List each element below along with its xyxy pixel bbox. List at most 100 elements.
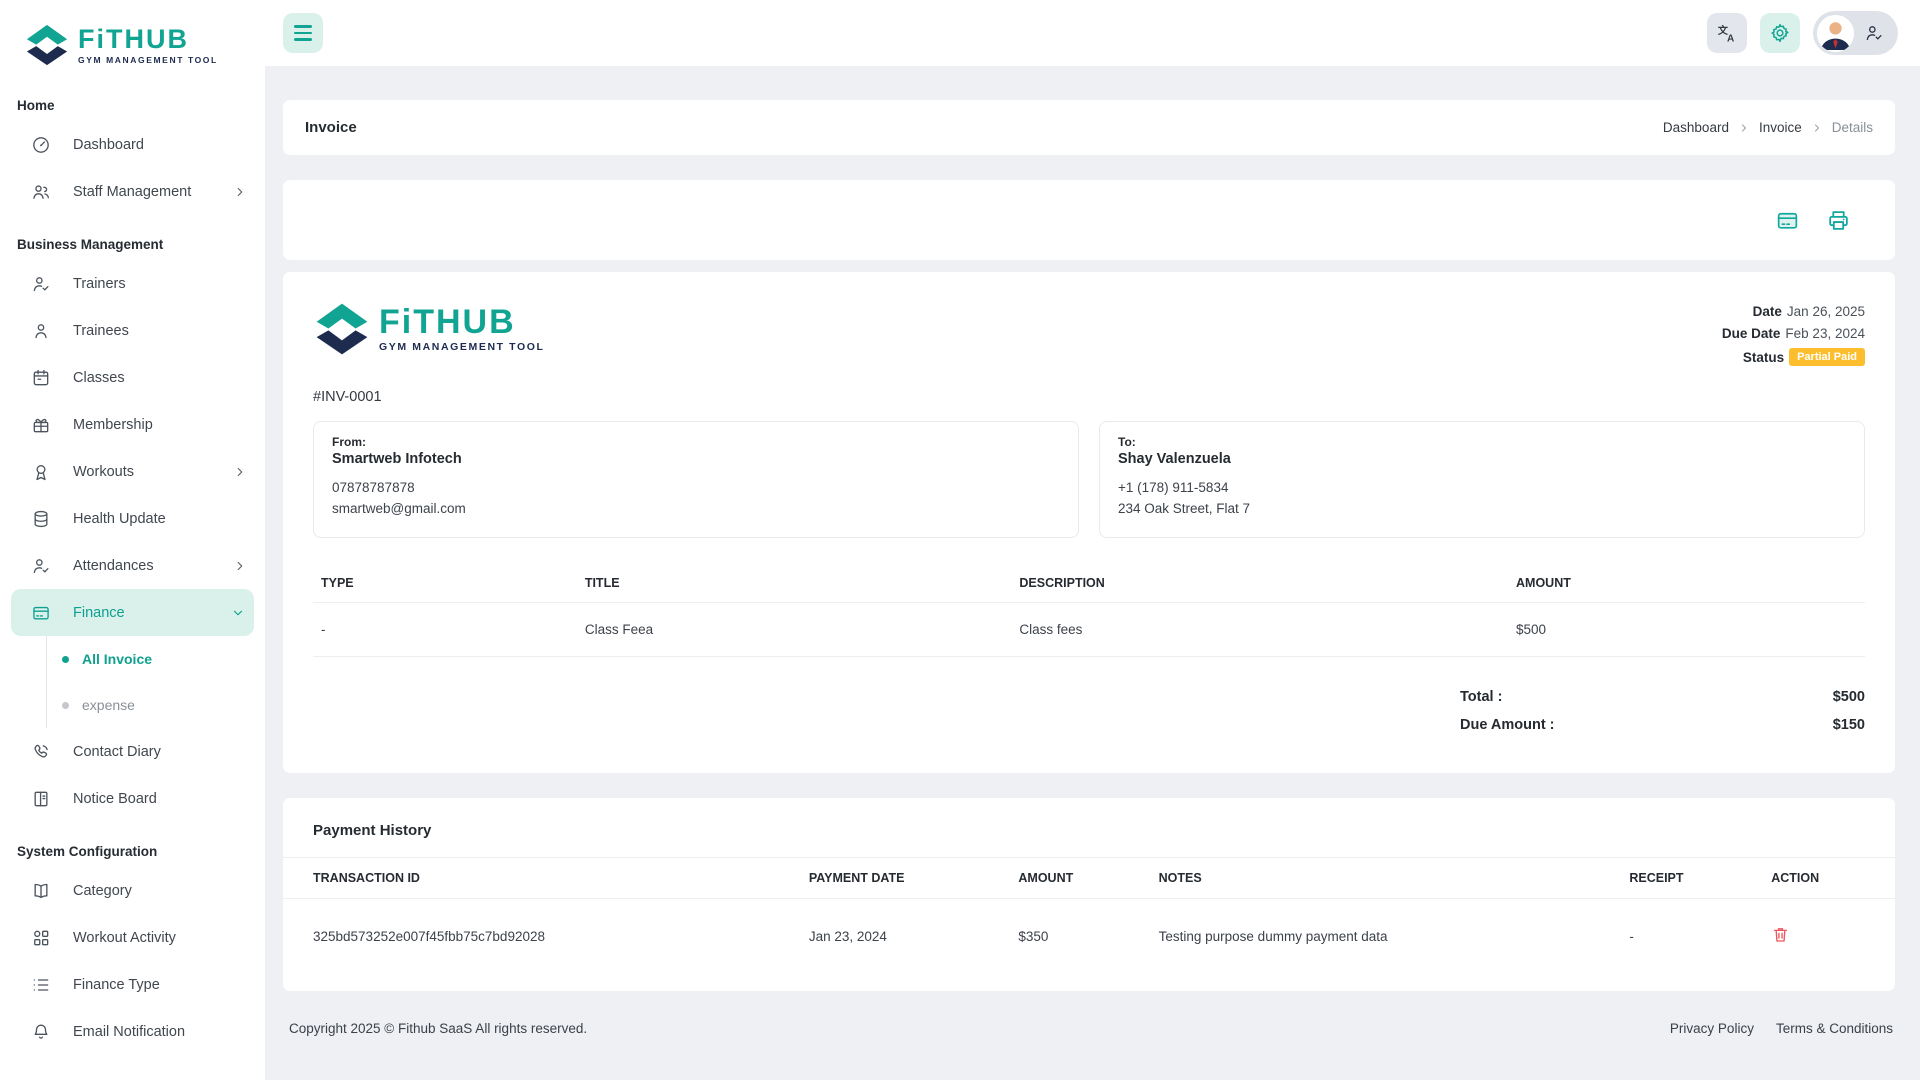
sidebar-item-workouts[interactable]: Workouts xyxy=(0,448,265,495)
breadcrumb-invoice[interactable]: Invoice xyxy=(1759,120,1802,135)
gear-icon xyxy=(1769,22,1791,44)
clipboard-icon xyxy=(31,789,51,809)
sidebar-item-label: Attendances xyxy=(73,558,154,574)
from-phone: 07878787878 xyxy=(332,477,1060,498)
copyright-text: Copyright 2025 © Fithub SaaS All rights … xyxy=(289,1021,587,1036)
payment-notes: Testing purpose dummy payment data xyxy=(1149,899,1620,958)
sidebar-item-label: Dashboard xyxy=(73,137,144,153)
award-icon xyxy=(31,462,51,482)
sidebar-item-label: Category xyxy=(73,883,132,899)
translate-icon: 文 A xyxy=(1716,22,1738,44)
person-check-icon xyxy=(31,274,51,294)
bell-icon xyxy=(31,1022,51,1042)
sidebar-subitem-expense[interactable]: expense xyxy=(47,682,265,728)
sidebar-item-attendances[interactable]: Attendances xyxy=(0,542,265,589)
sidebar-item-label: Health Update xyxy=(73,511,166,527)
invoice-items-table: TYPE TITLE DESCRIPTION AMOUNT - Class Fe… xyxy=(313,564,1865,657)
col-type: TYPE xyxy=(313,564,577,603)
sidebar-item-membership[interactable]: Membership xyxy=(0,401,265,448)
invoice-date: Jan 26, 2025 xyxy=(1787,304,1865,319)
brand-logo[interactable]: FiTHUB GYM MANAGEMENT TOOL xyxy=(0,10,265,76)
table-row: 325bd573252e007f45fbb75c7bd92028 Jan 23,… xyxy=(283,899,1895,958)
language-button[interactable]: 文 A xyxy=(1707,13,1747,53)
page-title: Invoice xyxy=(305,119,357,136)
sidebar-item-finance-type[interactable]: Finance Type xyxy=(0,961,265,1008)
sidebar-item-label: Workout Activity xyxy=(73,930,176,946)
menu-toggle-button[interactable] xyxy=(283,13,323,53)
from-label: From: xyxy=(332,435,1060,449)
privacy-policy-link[interactable]: Privacy Policy xyxy=(1670,1021,1754,1036)
delete-payment-button[interactable] xyxy=(1771,925,1790,944)
section-label-business: Business Management xyxy=(0,215,265,260)
content-area: Invoice Dashboard Invoice Details xyxy=(265,66,1920,1080)
col-notes: NOTES xyxy=(1149,858,1620,899)
from-name: Smartweb Infotech xyxy=(332,451,1060,467)
sidebar-subitem-label: expense xyxy=(82,697,135,713)
chevron-right-icon xyxy=(1811,122,1823,134)
sidebar-item-trainers[interactable]: Trainers xyxy=(0,260,265,307)
brand-tagline: GYM MANAGEMENT TOOL xyxy=(78,56,218,65)
svg-text:A: A xyxy=(1727,33,1735,44)
print-button[interactable] xyxy=(1826,208,1851,233)
payment-receipt: - xyxy=(1619,899,1761,958)
payment-history-table: TRANSACTION ID PAYMENT DATE AMOUNT NOTES… xyxy=(283,857,1895,957)
chevron-right-icon xyxy=(233,559,247,573)
sidebar-item-category[interactable]: Category xyxy=(0,867,265,914)
status-label: Status xyxy=(1743,350,1784,365)
to-phone: +1 (178) 911-5834 xyxy=(1118,477,1846,498)
sidebar-item-health-update[interactable]: Health Update xyxy=(0,495,265,542)
invoice-totals: Total : $500 Due Amount : $150 xyxy=(1460,683,1865,739)
settings-button[interactable] xyxy=(1760,13,1800,53)
user-menu-button[interactable] xyxy=(1813,11,1898,55)
brand-tagline: GYM MANAGEMENT TOOL xyxy=(379,342,545,353)
status-badge: Partial Paid xyxy=(1789,348,1865,366)
payment-history-card: Payment History TRANSACTION ID PAYMENT D… xyxy=(283,798,1895,991)
terms-conditions-link[interactable]: Terms & Conditions xyxy=(1776,1021,1893,1036)
sidebar-item-email-notification[interactable]: Email Notification xyxy=(0,1008,265,1055)
printer-icon xyxy=(1826,208,1851,233)
avatar xyxy=(1817,15,1854,52)
sidebar-item-workout-activity[interactable]: Workout Activity xyxy=(0,914,265,961)
sidebar-item-contact-diary[interactable]: Contact Diary xyxy=(0,728,265,775)
page-header-card: Invoice Dashboard Invoice Details xyxy=(283,100,1895,155)
payment-button[interactable] xyxy=(1775,208,1800,233)
sidebar-item-label: Trainees xyxy=(73,323,129,339)
sidebar-subitem-label: All Invoice xyxy=(82,651,152,667)
trash-icon xyxy=(1771,925,1790,944)
invoice-to-box: To: Shay Valenzuela +1 (178) 911-5834 23… xyxy=(1099,421,1865,538)
sidebar-item-classes[interactable]: Classes xyxy=(0,354,265,401)
sidebar-item-trainees[interactable]: Trainees xyxy=(0,307,265,354)
payment-amount: $350 xyxy=(1008,899,1148,958)
sidebar-item-finance[interactable]: Finance xyxy=(11,589,254,636)
calendar-icon xyxy=(31,368,51,388)
section-label-home: Home xyxy=(0,76,265,121)
sidebar-item-notice-board[interactable]: Notice Board xyxy=(0,775,265,822)
invoice-detail-card: FiTHUB GYM MANAGEMENT TOOL Date Jan 26, … xyxy=(283,272,1895,773)
sidebar-item-label: Workouts xyxy=(73,464,134,480)
sidebar-item-label: Finance xyxy=(73,605,125,621)
col-action: ACTION xyxy=(1761,858,1895,899)
app-root: FiTHUB GYM MANAGEMENT TOOL Home Dashboar… xyxy=(0,0,1920,1080)
sidebar-subitem-all-invoice[interactable]: All Invoice xyxy=(47,636,265,682)
breadcrumb-dashboard[interactable]: Dashboard xyxy=(1663,120,1729,135)
section-label-system: System Configuration xyxy=(0,822,265,867)
payment-transaction-id: 325bd573252e007f45fbb75c7bd92028 xyxy=(283,899,799,958)
chevron-right-icon xyxy=(1738,122,1750,134)
sidebar-item-label: Notice Board xyxy=(73,791,157,807)
payment-history-title: Payment History xyxy=(283,798,1895,857)
col-payment-date: PAYMENT DATE xyxy=(799,858,1009,899)
chevron-right-icon xyxy=(233,185,247,199)
sidebar-item-dashboard[interactable]: Dashboard xyxy=(0,121,265,168)
sidebar-item-staff-management[interactable]: Staff Management xyxy=(0,168,265,215)
invoice-brand-logo: FiTHUB GYM MANAGEMENT TOOL xyxy=(313,300,545,358)
fithub-logo-icon xyxy=(24,22,70,68)
page-footer: Copyright 2025 © Fithub SaaS All rights … xyxy=(283,1021,1895,1036)
hamburger-icon xyxy=(294,25,312,28)
col-description: DESCRIPTION xyxy=(1011,564,1508,603)
person-check-icon xyxy=(31,556,51,576)
col-transaction-id: TRANSACTION ID xyxy=(283,858,799,899)
date-label: Date xyxy=(1753,304,1782,319)
total-value: $500 xyxy=(1833,683,1865,711)
list-icon xyxy=(31,975,51,995)
credit-card-icon xyxy=(1775,208,1800,233)
